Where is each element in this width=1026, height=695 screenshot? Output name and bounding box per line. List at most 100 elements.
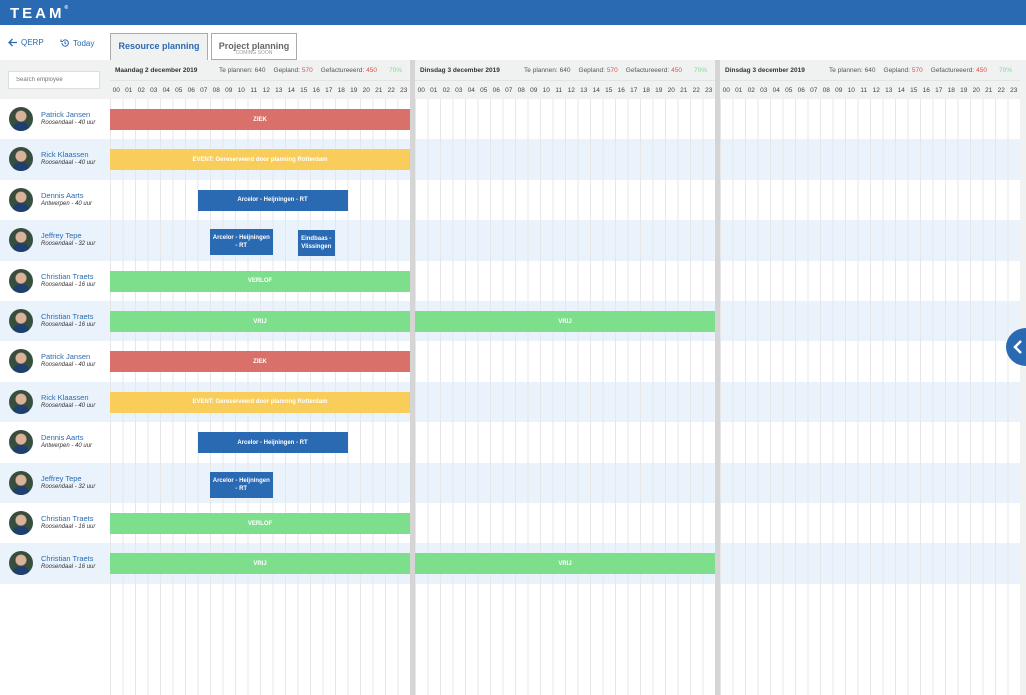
planning-bar-verlof[interactable]: VRIJ <box>415 553 715 575</box>
hour-label: 00 <box>722 87 730 94</box>
hour-label: 23 <box>400 87 408 94</box>
hour-label: 06 <box>492 87 500 94</box>
planning-bar-event[interactable]: EVENT: Gereserveerd door planning Rotter… <box>110 149 410 171</box>
te-plannen-label: Te plannen: <box>524 67 558 74</box>
employee-detail: Roosendaal - 32 uur <box>41 483 96 490</box>
planning-bar-verlof[interactable]: VRIJ <box>415 311 715 332</box>
hour-label: 19 <box>350 87 358 94</box>
planning-bar-verlof[interactable]: VRIJ <box>110 311 410 332</box>
percent: 70% <box>998 67 1012 74</box>
planning-bar-verlof[interactable]: VRIJ <box>110 553 410 575</box>
day-title: Dinsdag 3 december 2019 <box>725 67 805 74</box>
employee-name[interactable]: Jeffrey Tepe <box>41 231 82 240</box>
employee-name[interactable]: Christian Traets <box>41 312 94 321</box>
hour-label: 21 <box>985 87 993 94</box>
gefactureerd-label: Gefactureeerd: <box>320 67 365 74</box>
search-employee-input[interactable] <box>8 71 100 89</box>
planning-bar-verlof[interactable]: VERLOF <box>110 270 410 292</box>
hour-label: 12 <box>567 87 575 94</box>
hour-label: 09 <box>530 87 538 94</box>
employee-name[interactable]: Christian Traets <box>41 554 94 563</box>
day-header: Dinsdag 3 december 2019 Te plannen: 640 Gep… <box>720 60 1020 99</box>
tab-label: Resource planning <box>118 41 200 51</box>
hour-label: 13 <box>885 87 893 94</box>
planning-bar-project[interactable]: Arcelor - Heijningen - RT <box>210 229 273 256</box>
avatar <box>9 107 33 131</box>
hour-label: 07 <box>200 87 208 94</box>
tab-resource-planning[interactable]: Resource planning <box>110 33 208 60</box>
gefactureerd-label: Gefactureeerd: <box>930 67 975 74</box>
hour-label: 00 <box>112 87 120 94</box>
employee-info: Patrick Jansen Roosendaal - 40 uur <box>0 341 110 381</box>
employee-info: Dennis Aarts Antwerpen - 40 uur <box>0 180 110 220</box>
gefactureerd-label: Gefactureeerd: <box>625 67 670 74</box>
gepland-label: Gepland: <box>273 67 300 74</box>
avatar <box>9 147 33 172</box>
hour-label: 17 <box>630 87 638 94</box>
avatar <box>9 349 33 374</box>
back-button[interactable]: QERP <box>8 38 44 47</box>
employee-info: Patrick Jansen Roosendaal - 40 uur <box>0 99 110 139</box>
hour-label: 14 <box>287 87 295 94</box>
gepland: 570 <box>301 67 313 74</box>
avatar <box>9 187 33 212</box>
avatar <box>9 389 33 414</box>
scrollbar[interactable] <box>1020 60 1026 695</box>
te-plannen: 640 <box>864 67 876 74</box>
employee-info: Christian Traets Roosendaal - 16 uur <box>0 503 110 543</box>
hour-label: 23 <box>1010 87 1018 94</box>
employee-detail: Antwerpen - 40 uur <box>41 200 93 207</box>
employee-name[interactable]: Dennis Aarts <box>41 433 84 442</box>
hour-label: 16 <box>922 87 930 94</box>
planning-bar-project[interactable]: Arcelor - Heijningen - RT <box>197 432 348 454</box>
employee-name[interactable]: Christian Traets <box>41 514 94 523</box>
employee-name[interactable]: Rick Klaassen <box>41 150 89 159</box>
hour-label: 08 <box>212 87 220 94</box>
hour-label: 06 <box>187 87 195 94</box>
day-stats: Te plannen: 640 Gepland: 570 Gefactureeerd: 4… <box>524 67 707 74</box>
gepland: 570 <box>911 67 923 74</box>
avatar <box>9 470 33 495</box>
hour-label: 01 <box>735 87 743 94</box>
planning-bar-project[interactable]: Arcelor - Heijningen - RT <box>197 189 348 211</box>
planning-bar-verlof[interactable]: VERLOF <box>110 513 410 534</box>
planning-bar-ziek[interactable]: ZIEK <box>110 351 410 373</box>
employee-detail: Antwerpen - 40 uur <box>41 443 93 450</box>
avatar <box>9 511 33 535</box>
hour-label: 15 <box>910 87 918 94</box>
day-stats: Te plannen: 640 Gepland: 570 Gefactureeerd: 4… <box>829 67 1012 74</box>
employee-name[interactable]: Jeffrey Tepe <box>41 474 82 483</box>
employee-info: Christian Traets Roosendaal - 16 uur <box>0 301 110 341</box>
employee-info: Rick Klaassen Roosendaal - 40 uur <box>0 382 110 422</box>
hour-label: 09 <box>225 87 233 94</box>
chevron-left-icon <box>1013 340 1022 354</box>
tab-project-planning[interactable]: Project planning COMING SOON <box>211 33 297 60</box>
employee-name[interactable]: Christian Traets <box>41 272 94 281</box>
planning-bar-project[interactable]: Arcelor - Heijningen - RT <box>210 471 273 498</box>
te-plannen: 640 <box>559 67 571 74</box>
employee-info: Jeffrey Tepe Roosendaal - 32 uur <box>0 463 110 503</box>
hour-label: 12 <box>262 87 270 94</box>
employee-name[interactable]: Patrick Jansen <box>41 352 90 361</box>
employee-detail: Roosendaal - 16 uur <box>41 322 96 328</box>
employee-name[interactable]: Patrick Jansen <box>41 110 90 119</box>
avatar <box>9 430 33 455</box>
gefactureerd: 450 <box>366 67 377 74</box>
planning-bar-event[interactable]: EVENT: Gereserveerd door planning Rotter… <box>110 391 410 413</box>
day-stats: Te plannen: 640 Gepland: 570 Gefactureeerd: 4… <box>219 67 402 74</box>
hour-label: 04 <box>772 87 780 94</box>
logo-text: TEAM <box>10 5 65 22</box>
hour-label: 16 <box>312 87 320 94</box>
logo: TEAM® <box>10 5 68 22</box>
employee-info: Christian Traets Roosendaal - 16 uur <box>0 543 110 583</box>
planning-bar-ziek[interactable]: ZIEK <box>110 109 410 130</box>
arrow-left-icon <box>8 38 17 47</box>
hour-labels: 00 01 02 03 04 05 06 07 08 09 10 11 12 13 14 15 16 17 18 19… <box>720 80 1020 99</box>
hour-label: 10 <box>237 87 245 94</box>
avatar <box>9 551 33 576</box>
employee-name[interactable]: Dennis Aarts <box>41 191 84 200</box>
today-button[interactable]: Today <box>60 38 94 48</box>
planning-bar-project[interactable]: Eindbaas - Vlissingen <box>297 230 335 257</box>
employee-name[interactable]: Rick Klaassen <box>41 393 89 402</box>
hour-label: 03 <box>455 87 463 94</box>
